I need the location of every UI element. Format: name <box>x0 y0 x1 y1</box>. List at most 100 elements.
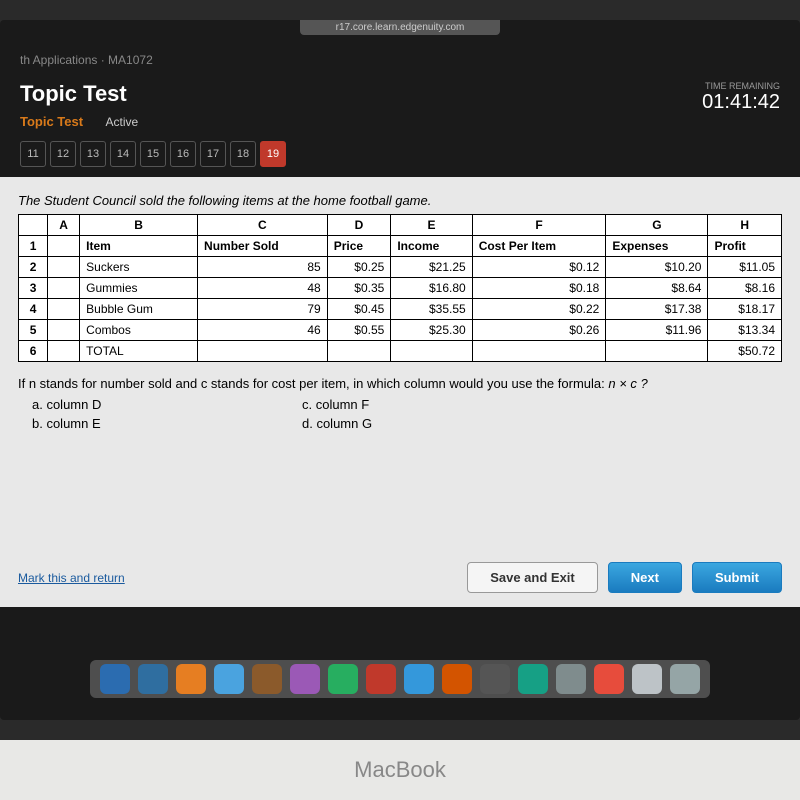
header-cell: Price <box>327 236 391 257</box>
table-cell <box>48 278 80 299</box>
table-cell: $0.12 <box>472 257 606 278</box>
header-cell: Number Sold <box>198 236 328 257</box>
option-a[interactable]: a. column D <box>18 397 248 412</box>
table-cell: 48 <box>198 278 328 299</box>
breadcrumb: th Applications · MA1072 <box>0 35 800 73</box>
table-cell: $17.38 <box>606 299 708 320</box>
submit-button[interactable]: Submit <box>692 562 782 593</box>
table-cell: $16.80 <box>391 278 472 299</box>
table-cell: Suckers <box>80 257 198 278</box>
header-cell: Profit <box>708 236 782 257</box>
content-area: The Student Council sold the following i… <box>0 177 800 607</box>
table-cell <box>472 341 606 362</box>
col-header: F <box>472 215 606 236</box>
table-cell: 3 <box>19 278 48 299</box>
timer-block: TIME REMAINING 01:41:42 <box>702 81 780 114</box>
url-bar: r17.core.learn.edgenuity.com <box>300 20 500 35</box>
laptop-bezel: MacBook <box>0 740 800 800</box>
table-cell: $50.72 <box>708 341 782 362</box>
dock-app-icon[interactable] <box>328 664 358 694</box>
button-group: Save and Exit Next Submit <box>467 562 782 593</box>
nav-question-17[interactable]: 17 <box>200 141 226 167</box>
dock-app-icon[interactable] <box>366 664 396 694</box>
nav-question-12[interactable]: 12 <box>50 141 76 167</box>
question-text-block: If n stands for number sold and c stands… <box>18 376 782 431</box>
dock-app-icon[interactable] <box>670 664 700 694</box>
table-cell: $0.26 <box>472 320 606 341</box>
dock-app-icon[interactable] <box>556 664 586 694</box>
col-header: A <box>48 215 80 236</box>
question-formula: n × c ? <box>608 376 647 391</box>
subtitle: Topic Test Active <box>20 113 138 131</box>
table-row: 3Gummies48$0.35$16.80$0.18$8.64$8.16 <box>19 278 782 299</box>
option-b[interactable]: b. column E <box>18 416 248 431</box>
nav-question-16[interactable]: 16 <box>170 141 196 167</box>
subtitle-orange: Topic Test <box>20 114 83 129</box>
title-block: Topic Test Topic Test Active <box>20 81 138 131</box>
timer-value: 01:41:42 <box>702 91 780 114</box>
nav-question-13[interactable]: 13 <box>80 141 106 167</box>
dock-app-icon[interactable] <box>252 664 282 694</box>
table-cell: 46 <box>198 320 328 341</box>
mark-return-link[interactable]: Mark this and return <box>18 571 125 585</box>
nav-question-14[interactable]: 14 <box>110 141 136 167</box>
table-cell: 4 <box>19 299 48 320</box>
answer-options: a. column D c. column F b. column E d. c… <box>18 397 518 431</box>
header-cell <box>48 236 80 257</box>
table-cell: $0.18 <box>472 278 606 299</box>
dock-app-icon[interactable] <box>518 664 548 694</box>
table-cell: $18.17 <box>708 299 782 320</box>
table-cell <box>606 341 708 362</box>
table-cell: TOTAL <box>80 341 198 362</box>
nav-question-19[interactable]: 19 <box>260 141 286 167</box>
data-table: ABCDEFGH1ItemNumber SoldPriceIncomeCost … <box>18 214 782 362</box>
timer-label: TIME REMAINING <box>702 81 780 91</box>
table-cell: $35.55 <box>391 299 472 320</box>
dock-app-icon[interactable] <box>594 664 624 694</box>
col-header <box>19 215 48 236</box>
table-cell <box>391 341 472 362</box>
table-cell: $0.22 <box>472 299 606 320</box>
table-cell: $13.34 <box>708 320 782 341</box>
table-cell: Gummies <box>80 278 198 299</box>
dock-app-icon[interactable] <box>442 664 472 694</box>
app-screen: r17.core.learn.edgenuity.com th Applicat… <box>0 20 800 720</box>
header-cell: Expenses <box>606 236 708 257</box>
nav-question-11[interactable]: 11 <box>20 141 46 167</box>
table-cell: $0.25 <box>327 257 391 278</box>
header-cell: 1 <box>19 236 48 257</box>
table-cell: 85 <box>198 257 328 278</box>
table-cell: 5 <box>19 320 48 341</box>
dock-app-icon[interactable] <box>176 664 206 694</box>
option-d[interactable]: d. column G <box>288 416 518 431</box>
table-cell <box>48 341 80 362</box>
next-button[interactable]: Next <box>608 562 682 593</box>
dock-app-icon[interactable] <box>404 664 434 694</box>
table-cell: 6 <box>19 341 48 362</box>
save-exit-button[interactable]: Save and Exit <box>467 562 598 593</box>
macos-dock <box>90 660 710 698</box>
dock-app-icon[interactable] <box>100 664 130 694</box>
table-cell: $21.25 <box>391 257 472 278</box>
dock-app-icon[interactable] <box>214 664 244 694</box>
dock-app-icon[interactable] <box>290 664 320 694</box>
table-cell: $0.55 <box>327 320 391 341</box>
option-c[interactable]: c. column F <box>288 397 518 412</box>
nav-question-15[interactable]: 15 <box>140 141 166 167</box>
table-cell: 2 <box>19 257 48 278</box>
dock-app-icon[interactable] <box>138 664 168 694</box>
table-row: 5Combos46$0.55$25.30$0.26$11.96$13.34 <box>19 320 782 341</box>
header-cell: Item <box>80 236 198 257</box>
table-cell <box>48 257 80 278</box>
col-header: B <box>80 215 198 236</box>
col-header: E <box>391 215 472 236</box>
page-title: Topic Test <box>20 81 138 107</box>
table-cell: $10.20 <box>606 257 708 278</box>
nav-question-18[interactable]: 18 <box>230 141 256 167</box>
question-text: If n stands for number sold and c stands… <box>18 376 605 391</box>
laptop-label: MacBook <box>354 757 446 783</box>
table-row: 6 TOTAL $50.72 <box>19 341 782 362</box>
dock-app-icon[interactable] <box>480 664 510 694</box>
dock-app-icon[interactable] <box>632 664 662 694</box>
col-header: H <box>708 215 782 236</box>
